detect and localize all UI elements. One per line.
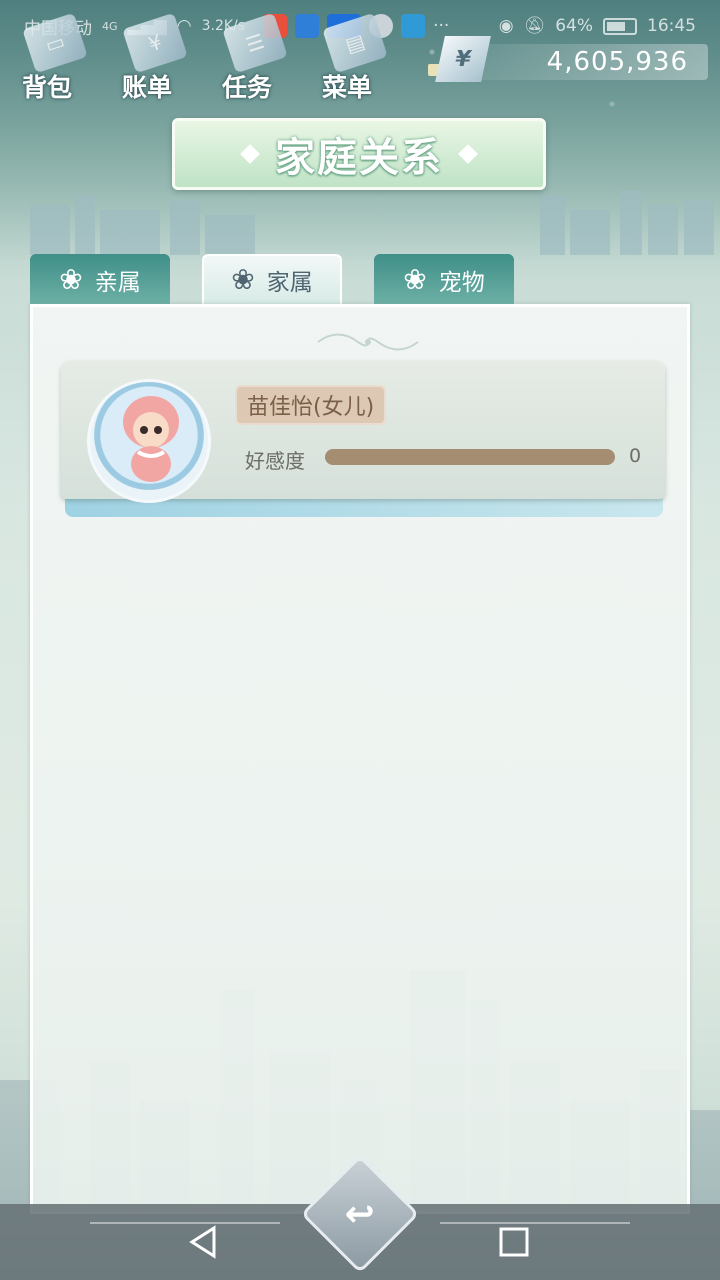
menu-icon: ▤ — [322, 12, 388, 74]
flower-icon: ❀ — [59, 263, 83, 296]
mute-icon: 🔕︎ — [523, 16, 546, 36]
tab-pets[interactable]: ❀ 宠物 — [374, 254, 514, 306]
relation-tabs: ❀ 亲属 ❀ 家属 ❀ 宠物 — [30, 254, 514, 306]
page-title: 家庭关系 — [275, 135, 443, 181]
page-title-banner: 家庭关系 — [172, 118, 546, 190]
book-app-icon — [401, 14, 426, 38]
flower-icon: ❀ — [231, 263, 255, 296]
yen-icon: ¥ — [435, 36, 491, 82]
currency-display: ¥ 4,605,936 — [428, 36, 708, 82]
diamond-left-icon — [240, 144, 260, 164]
menu-menu-label: 菜单 — [322, 73, 373, 102]
more-notifications-icon: ··· — [433, 16, 450, 36]
eye-icon: ◉ — [498, 16, 514, 36]
affection-bar — [325, 449, 615, 465]
ornament-icon — [317, 333, 419, 351]
tab-pets-label: 宠物 — [438, 270, 485, 296]
avatar — [87, 379, 211, 503]
menu-bill-label: 账单 — [122, 73, 173, 102]
family-list-panel: 苗佳怡(女儿) 好感度 0 — [30, 304, 690, 1214]
menu-task-button[interactable]: ☰ 任务 — [214, 12, 288, 104]
card-body: 苗佳怡(女儿) 好感度 0 — [61, 361, 665, 503]
menu-task-label: 任务 — [222, 73, 273, 102]
bill-icon: ¥ — [122, 12, 188, 74]
menu-bill-button[interactable]: ¥ 账单 — [114, 12, 188, 104]
child-avatar-icon — [123, 396, 179, 482]
currency-amount: 4,605,936 — [546, 47, 688, 77]
tab-family-label: 家属 — [266, 270, 313, 296]
affection-value: 0 — [629, 445, 642, 467]
tab-relatives-label: 亲属 — [94, 270, 141, 296]
diamond-right-icon — [458, 144, 478, 164]
top-menu: ▭ 背包 ¥ 账单 ☰ 任务 ▤ 菜单 — [14, 12, 388, 104]
nav-back-button[interactable] — [186, 1224, 222, 1260]
battery-percent: 64% — [555, 16, 593, 36]
return-arrow-icon: ↩ — [344, 1193, 376, 1235]
battery-icon — [603, 17, 637, 35]
menu-backpack-button[interactable]: ▭ 背包 — [14, 12, 88, 104]
tab-relatives[interactable]: ❀ 亲属 — [30, 254, 170, 306]
divider — [90, 1222, 280, 1224]
affection-label: 好感度 — [245, 449, 305, 473]
menu-backpack-label: 背包 — [22, 73, 73, 102]
city-skyline-top — [30, 190, 714, 255]
family-member-card[interactable]: 苗佳怡(女儿) 好感度 0 — [61, 361, 669, 521]
tab-family[interactable]: ❀ 家属 — [202, 254, 342, 306]
clock: 16:45 — [647, 16, 696, 36]
member-name: 苗佳怡(女儿) — [235, 385, 387, 425]
menu-menu-button[interactable]: ▤ 菜单 — [314, 12, 388, 104]
nav-recent-button[interactable] — [496, 1224, 532, 1260]
task-icon: ☰ — [222, 12, 288, 74]
backpack-icon: ▭ — [22, 12, 88, 74]
divider — [440, 1222, 630, 1224]
flower-icon: ❀ — [403, 263, 427, 296]
